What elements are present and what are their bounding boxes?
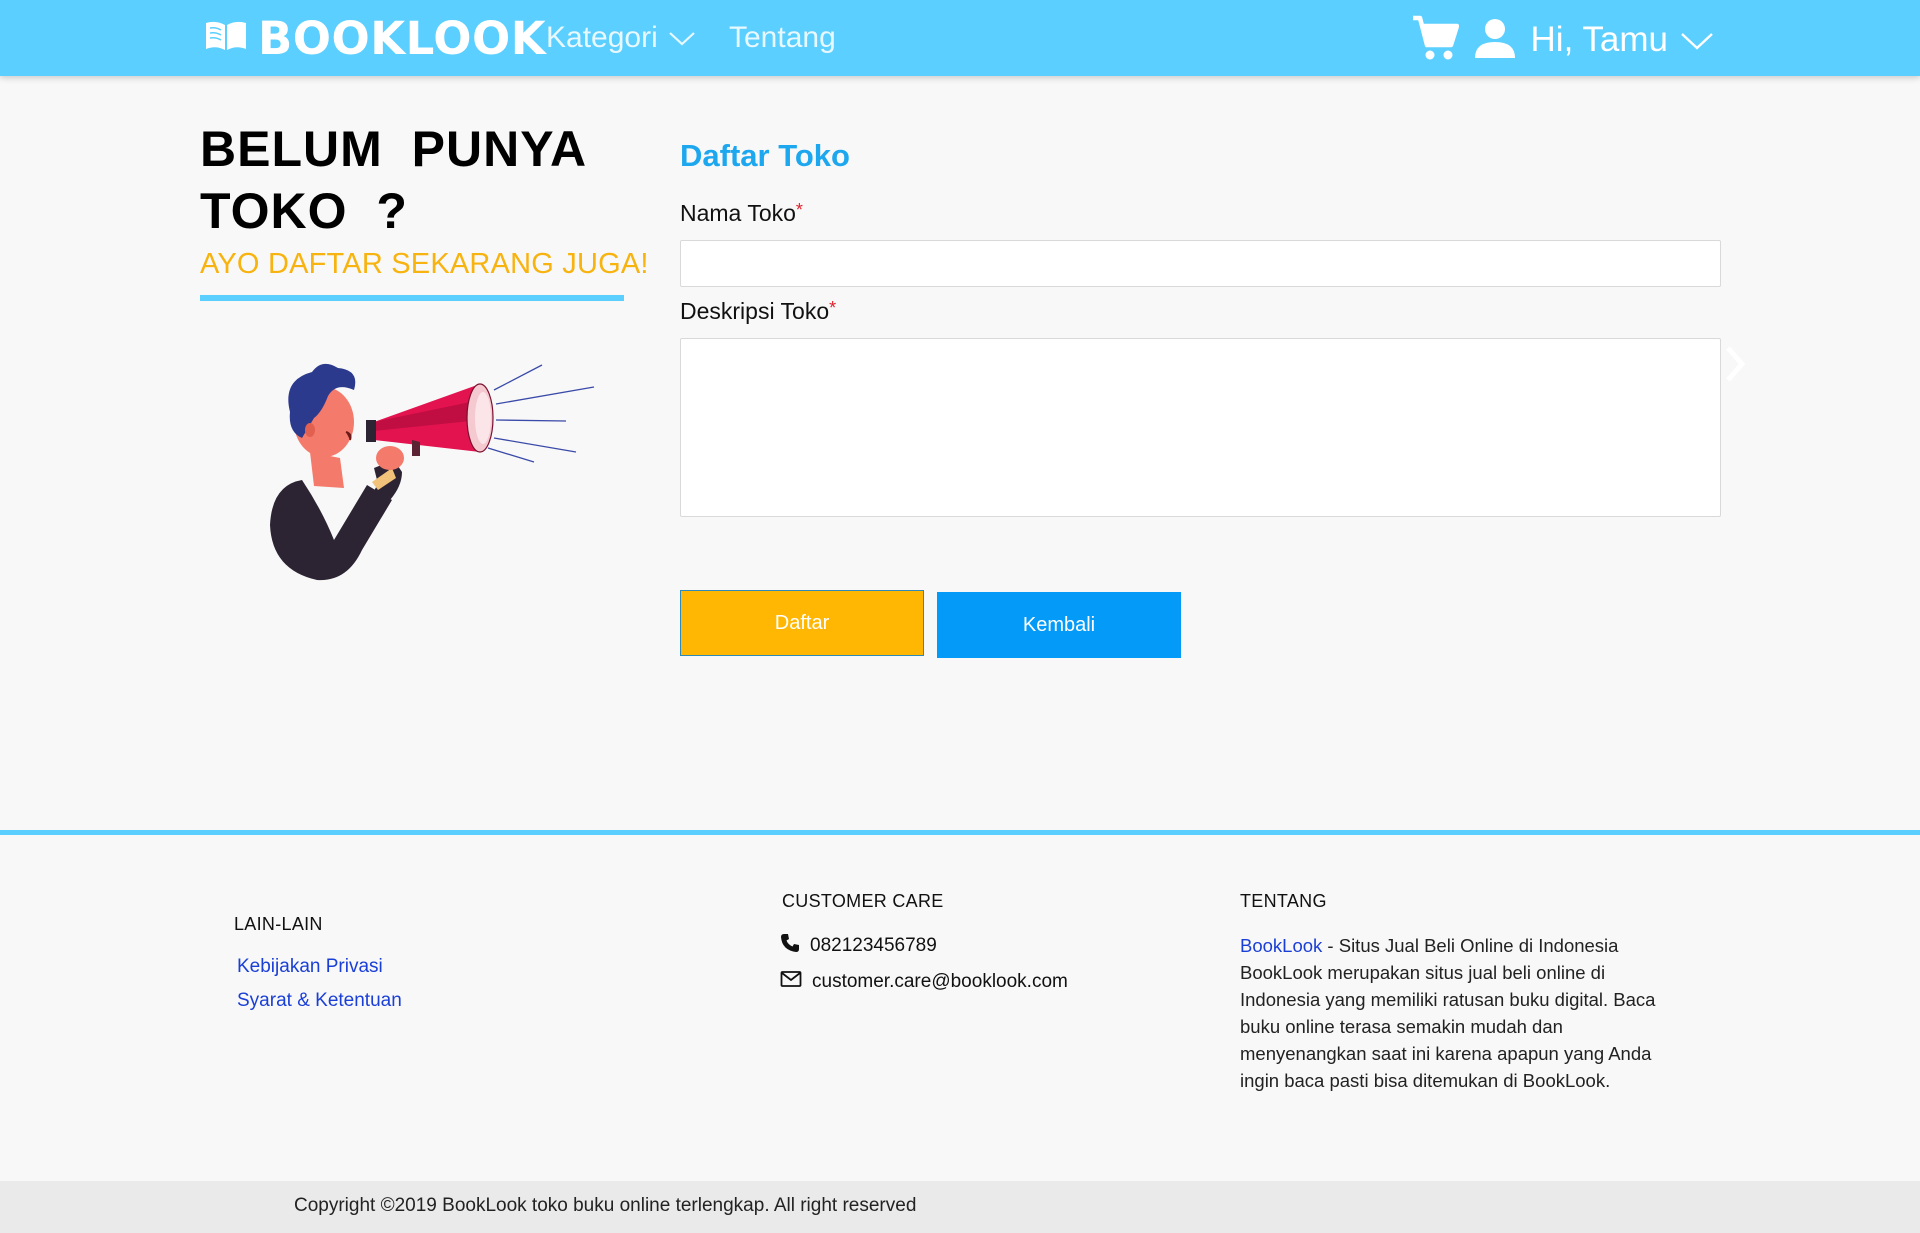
chevron-right-icon bbox=[1724, 344, 1746, 389]
megaphone-illustration bbox=[262, 360, 602, 595]
about-text: BookLook - Situs Jual Beli Online di Ind… bbox=[1240, 932, 1660, 1094]
user-greeting: Hi, Tamu bbox=[1530, 20, 1668, 59]
navbar: BOOKLOOK Kategori Tentang Hi, Tamu bbox=[0, 0, 1920, 76]
page: BOOKLOOK Kategori Tentang Hi, Tamu BELUM… bbox=[0, 0, 1920, 1233]
required-asterisk: * bbox=[829, 298, 837, 318]
about-tagline: - Situs Jual Beli Online di Indonesia bbox=[1322, 935, 1619, 956]
promo-underline bbox=[200, 295, 624, 301]
book-icon bbox=[204, 19, 248, 58]
user-menu-dropdown[interactable]: Hi, Tamu bbox=[1531, 20, 1714, 60]
phone-icon bbox=[780, 933, 800, 959]
copyright-text: Copyright ©2019 BookLook toko buku onlin… bbox=[294, 1195, 917, 1216]
phone-number: 082123456789 bbox=[810, 935, 937, 956]
brand-logo-link[interactable]: BOOKLOOK bbox=[204, 8, 546, 68]
about-description: BookLook merupakan situs jual beli onlin… bbox=[1240, 962, 1656, 1091]
footer-heading-customer-care: CUSTOMER CARE bbox=[782, 891, 944, 911]
deskripsi-toko-label-text: Deskripsi Toko bbox=[680, 298, 830, 324]
form-title: Daftar Toko bbox=[680, 138, 850, 173]
nama-toko-label: Nama Toko* bbox=[680, 200, 803, 227]
nama-toko-label-text: Nama Toko bbox=[680, 200, 796, 226]
contact-phone: 082123456789 bbox=[780, 933, 937, 959]
footer-heading-lain-lain: LAIN-LAIN bbox=[234, 914, 323, 934]
nav-kategori-dropdown[interactable]: Kategori bbox=[546, 16, 696, 60]
deskripsi-toko-label: Deskripsi Toko* bbox=[680, 298, 836, 325]
footer-divider bbox=[0, 830, 1920, 835]
nav-tentang-label: Tentang bbox=[729, 21, 836, 54]
nav-user-area: Hi, Tamu bbox=[1411, 12, 1714, 68]
user-icon[interactable] bbox=[1473, 16, 1517, 65]
promo-subtitle: AYO DAFTAR SEKARANG JUGA! bbox=[200, 248, 649, 280]
nav-tentang-link[interactable]: Tentang bbox=[729, 16, 836, 60]
promo-title: BELUM PUNYA TOKO ? bbox=[200, 121, 586, 239]
about-brand-link[interactable]: BookLook bbox=[1240, 935, 1322, 956]
cart-icon[interactable] bbox=[1411, 15, 1459, 66]
copyright-bar: Copyright ©2019 BookLook toko buku onlin… bbox=[0, 1181, 1920, 1233]
nav-kategori-label: Kategori bbox=[546, 21, 658, 54]
deskripsi-toko-textarea[interactable] bbox=[680, 338, 1721, 517]
daftar-button[interactable]: Daftar bbox=[680, 590, 924, 656]
required-asterisk: * bbox=[795, 200, 803, 220]
chevron-down-icon bbox=[668, 21, 696, 55]
brand-name: BOOKLOOK bbox=[258, 11, 547, 65]
email-address: customer.care@booklook.com bbox=[812, 971, 1068, 992]
footer-heading-tentang: TENTANG bbox=[1240, 891, 1327, 911]
mail-icon bbox=[780, 970, 802, 994]
chevron-down-icon bbox=[1680, 20, 1714, 60]
footer-link-kebijakan-privasi[interactable]: Kebijakan Privasi bbox=[237, 956, 383, 978]
nama-toko-input[interactable] bbox=[680, 240, 1721, 287]
kembali-button[interactable]: Kembali bbox=[937, 592, 1181, 658]
footer-link-syarat-ketentuan[interactable]: Syarat & Ketentuan bbox=[237, 990, 402, 1012]
contact-email: customer.care@booklook.com bbox=[780, 970, 1068, 994]
